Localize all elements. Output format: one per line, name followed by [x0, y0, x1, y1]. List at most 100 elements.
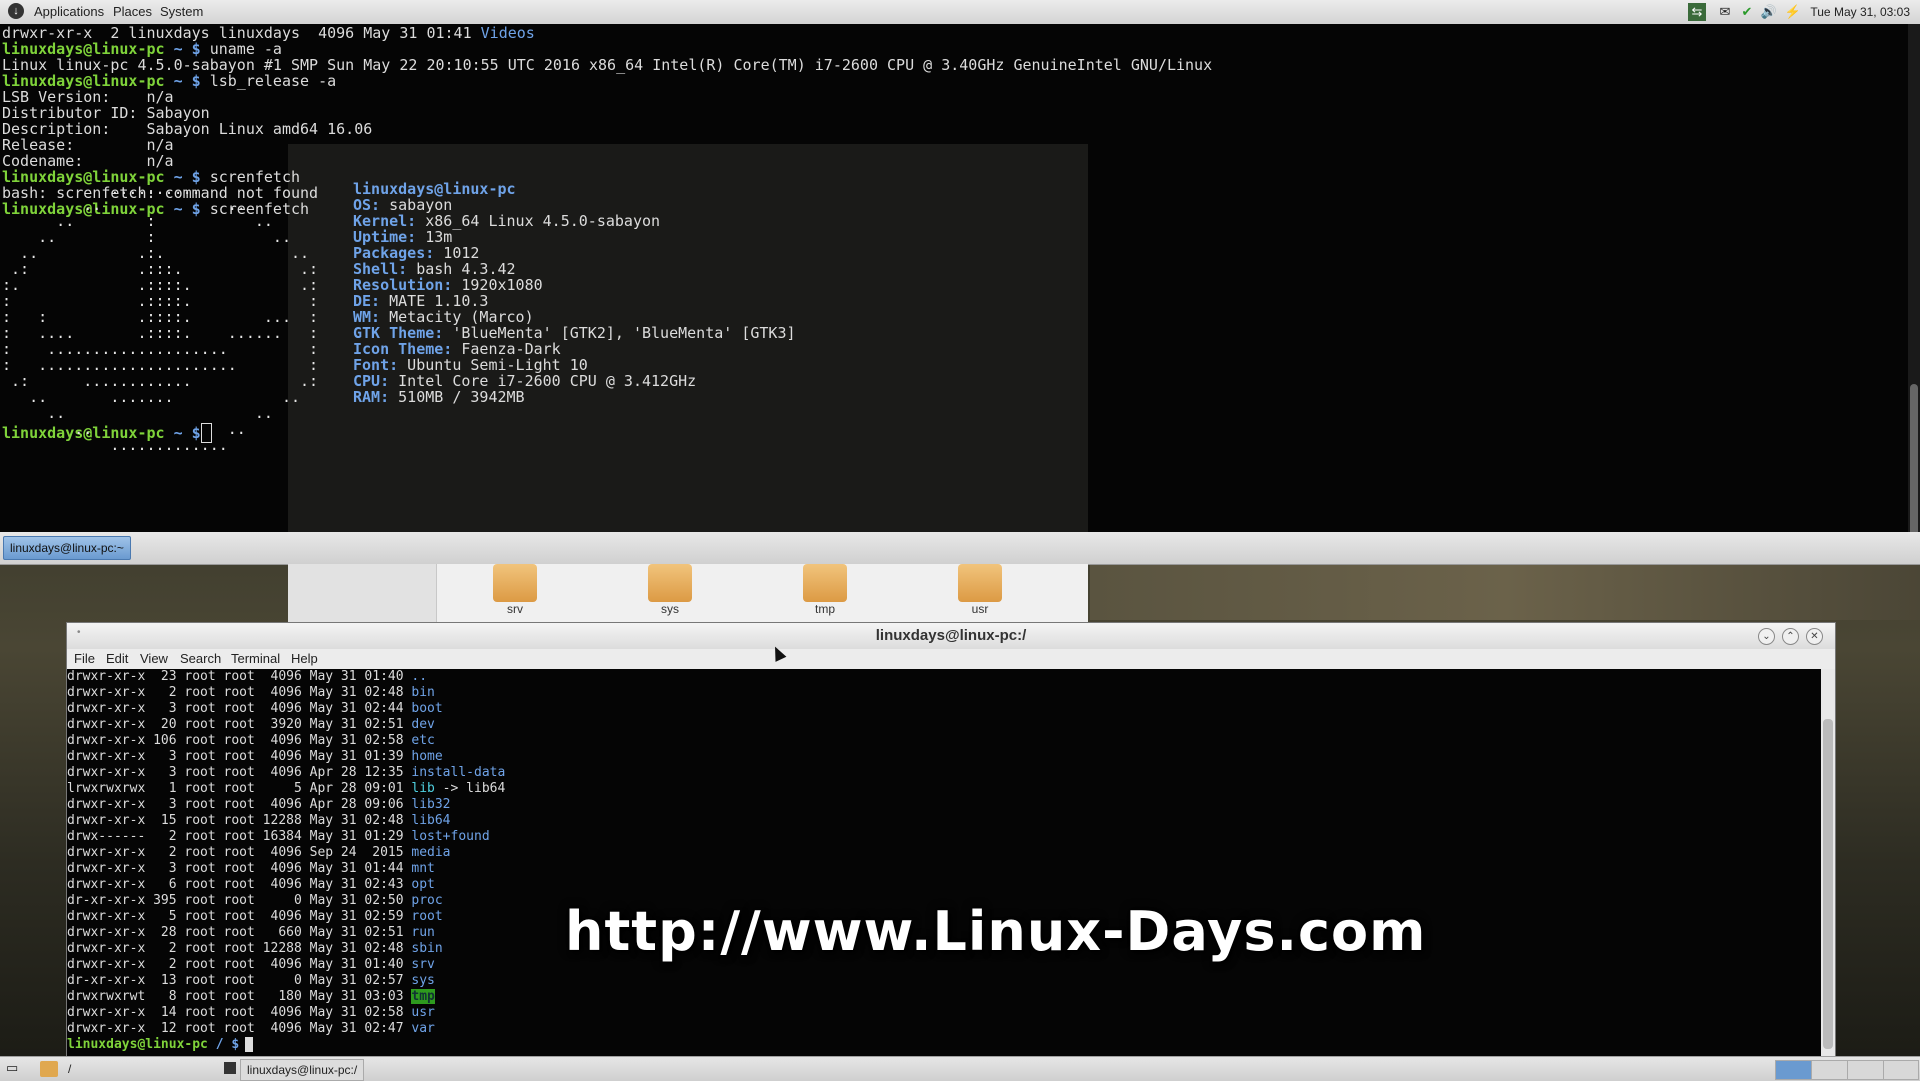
mate-logo-icon[interactable]: ↓ [8, 3, 24, 19]
top-terminal-scroll-thumb[interactable] [1910, 384, 1918, 544]
folder-icon [648, 564, 692, 602]
table-row: drwxr-xr-x 23 root root 4096 May 31 01:4… [67, 669, 427, 685]
listing-name: proc [411, 893, 443, 908]
listing-name: usr [411, 1005, 435, 1020]
menu-file[interactable]: File [74, 651, 95, 666]
close-button[interactable]: ✕ [1806, 628, 1823, 645]
top-terminal-scrollbar[interactable] [1908, 24, 1920, 544]
listing-name: tmp [411, 989, 435, 1004]
sysinfo-line: Kernel: x86_64 Linux 4.5.0-sabayon [353, 213, 660, 229]
menu-places[interactable]: Places [113, 4, 152, 19]
top-terminal-window[interactable]: drwxr-xr-x 2 linuxdays linuxdays 4096 Ma… [0, 24, 1908, 556]
folder-icon [803, 564, 847, 602]
power-icon[interactable]: ⚡ [1784, 3, 1802, 21]
sysinfo-line: RAM: 510MB / 3942MB [353, 389, 525, 405]
terminal-line: Linux linux-pc 4.5.0-sabayon #1 SMP Sun … [2, 57, 1212, 73]
maximize-button[interactable]: ⌃ [1782, 628, 1799, 645]
prompt-user: linuxdays@linux-pc [67, 1037, 208, 1052]
folder-sys[interactable]: sys [625, 564, 715, 616]
taskbar-item-terminal[interactable]: linuxdays@linux-pc:/ [240, 1059, 365, 1081]
volume-icon[interactable]: 🔊 [1760, 3, 1778, 21]
menu-view[interactable]: View [140, 651, 168, 666]
folder-label: usr [971, 602, 989, 616]
listing-perm: drwxr-xr-x 2 root root 4096 May 31 02:48 [67, 685, 412, 700]
terminal-tab[interactable]: linuxdays@linux-pc:~ [3, 536, 131, 560]
logo-line: .. ....... .. [2, 388, 301, 406]
taskbar-item-file-manager[interactable]: / [62, 1059, 77, 1079]
terminal-line: linuxdays@linux-pc ~ $ lsb_release -a [2, 73, 336, 89]
listing-name: var [411, 1021, 435, 1036]
table-row: drwxr-xr-x 12 root root 4096 May 31 02:4… [67, 1021, 435, 1037]
listing-perm: drwxr-xr-x 3 root root 4096 May 31 02:44 [67, 701, 412, 716]
logo-line: .. .:. .. [2, 244, 310, 262]
update-check-icon[interactable]: ✔ [1738, 3, 1756, 21]
logo-line: ............. [2, 436, 228, 454]
logo-line: .: .:::. .: [2, 260, 319, 278]
network-icon[interactable]: ⇆ [1688, 3, 1706, 21]
table-row: drwxr-xr-x 14 root root 4096 May 31 02:5… [67, 1005, 435, 1021]
listing-name: install-data [411, 765, 506, 780]
workspace-4[interactable] [1883, 1060, 1919, 1080]
folder-usr[interactable]: usr [935, 564, 1025, 616]
sysinfo-line: Packages: 1012 [353, 245, 479, 261]
folder-srv[interactable]: srv [470, 564, 560, 616]
window-title: linuxdays@linux-pc:/ [875, 627, 1027, 644]
folder-label: tmp [814, 602, 835, 616]
listing-name: lib64 [411, 813, 451, 828]
logo-line: : ...................... : [2, 356, 319, 374]
minimize-button[interactable]: ⌄ [1758, 628, 1775, 645]
table-row: drwxr-xr-x 2 root root 4096 Sep 24 2015 … [67, 845, 451, 861]
logo-line: .......... [2, 180, 201, 198]
logo-line: .. .. [2, 404, 273, 422]
menu-system[interactable]: System [160, 4, 203, 19]
table-row: drwxrwxrwt 8 root root 180 May 31 03:03 … [67, 989, 435, 1005]
sysinfo-line: Shell: bash 4.3.42 [353, 261, 516, 277]
table-row: drwx------ 2 root root 16384 May 31 01:2… [67, 829, 490, 845]
sysinfo-line: Uptime: 13m [353, 229, 452, 245]
main-terminal-titlebar[interactable]: • linuxdays@linux-pc:/ ⌄ ⌃ ✕ [67, 623, 1835, 650]
workspace-1[interactable] [1775, 1060, 1813, 1080]
terminal-line: Codename: n/a [2, 153, 174, 169]
terminal-output[interactable]: drwxr-xr-x 23 root root 4096 May 31 01:4… [67, 669, 1821, 1057]
logo-line: .. : .. [2, 212, 273, 230]
listing-perm: drwxr-xr-x 3 root root 4096 Apr 28 12:35 [67, 765, 412, 780]
menu-help[interactable]: Help [291, 651, 318, 666]
table-row: dr-xr-xr-x 13 root root 0 May 31 02:57 s… [67, 973, 435, 989]
logo-line: : : .::::. ... : [2, 308, 319, 326]
main-terminal-window[interactable]: • linuxdays@linux-pc:/ ⌄ ⌃ ✕ File Edit V… [66, 622, 1836, 1058]
listing-perm: drwx------ 2 root root 16384 May 31 01:2… [67, 829, 412, 844]
sysinfo-line: Font: Ubuntu Semi-Light 10 [353, 357, 588, 373]
menu-search[interactable]: Search [180, 651, 221, 666]
terminal-line: Description: Sabayon Linux amd64 16.06 [2, 121, 372, 137]
listing-name: boot [411, 701, 443, 716]
listing-name: media [411, 845, 451, 860]
listing-perm: drwxr-xr-x 14 root root 4096 May 31 02:5… [67, 1005, 412, 1020]
folder-tmp[interactable]: tmp [780, 564, 870, 616]
menu-terminal[interactable]: Terminal [231, 651, 280, 666]
clock[interactable]: Tue May 31, 03:03 [1810, 5, 1910, 19]
listing-perm: drwxr-xr-x 2 root root 4096 Sep 24 2015 [67, 845, 412, 860]
main-terminal-scroll-thumb[interactable] [1823, 719, 1833, 1049]
sysinfo-line: DE: MATE 1.10.3 [353, 293, 488, 309]
listing-perm: lrwxrwxrwx 1 root root 5 Apr 28 09:01 [67, 781, 412, 796]
listing-perm: drwxr-xr-x 3 root root 4096 Apr 28 09:06 [67, 797, 412, 812]
folder-label: sys [661, 602, 679, 616]
main-terminal-scrollbar[interactable] [1821, 669, 1835, 1057]
folder-icon [958, 564, 1002, 602]
top-panel: ↓ Applications Places System ⇆ ✉ ✔ 🔊 ⚡ T… [0, 0, 1920, 25]
workspace-2[interactable] [1811, 1060, 1849, 1080]
workspace-3[interactable] [1847, 1060, 1885, 1080]
mail-icon[interactable]: ✉ [1716, 3, 1734, 21]
listing-name: mnt [411, 861, 435, 876]
menu-applications[interactable]: Applications [34, 4, 104, 19]
listing-perm: drwxr-xr-x 2 root root 4096 May 31 01:40 [67, 957, 412, 972]
listing-perm: drwxr-xr-x 20 root root 3920 May 31 02:5… [67, 717, 412, 732]
menu-edit[interactable]: Edit [106, 651, 128, 666]
table-row: drwxr-xr-x 2 root root 12288 May 31 02:4… [67, 941, 443, 957]
table-row: lrwxrwxrwx 1 root root 5 Apr 28 09:01 li… [67, 781, 505, 797]
sysinfo-value: 510MB / 3942MB [389, 388, 525, 406]
terminal-line: linuxdays@linux-pc ~ $ uname -a [2, 41, 282, 57]
cursor-block [245, 1037, 254, 1052]
show-desktop-icon[interactable]: ▭ [6, 1060, 18, 1076]
table-row: drwxr-xr-x 2 root root 4096 May 31 01:40… [67, 957, 435, 973]
